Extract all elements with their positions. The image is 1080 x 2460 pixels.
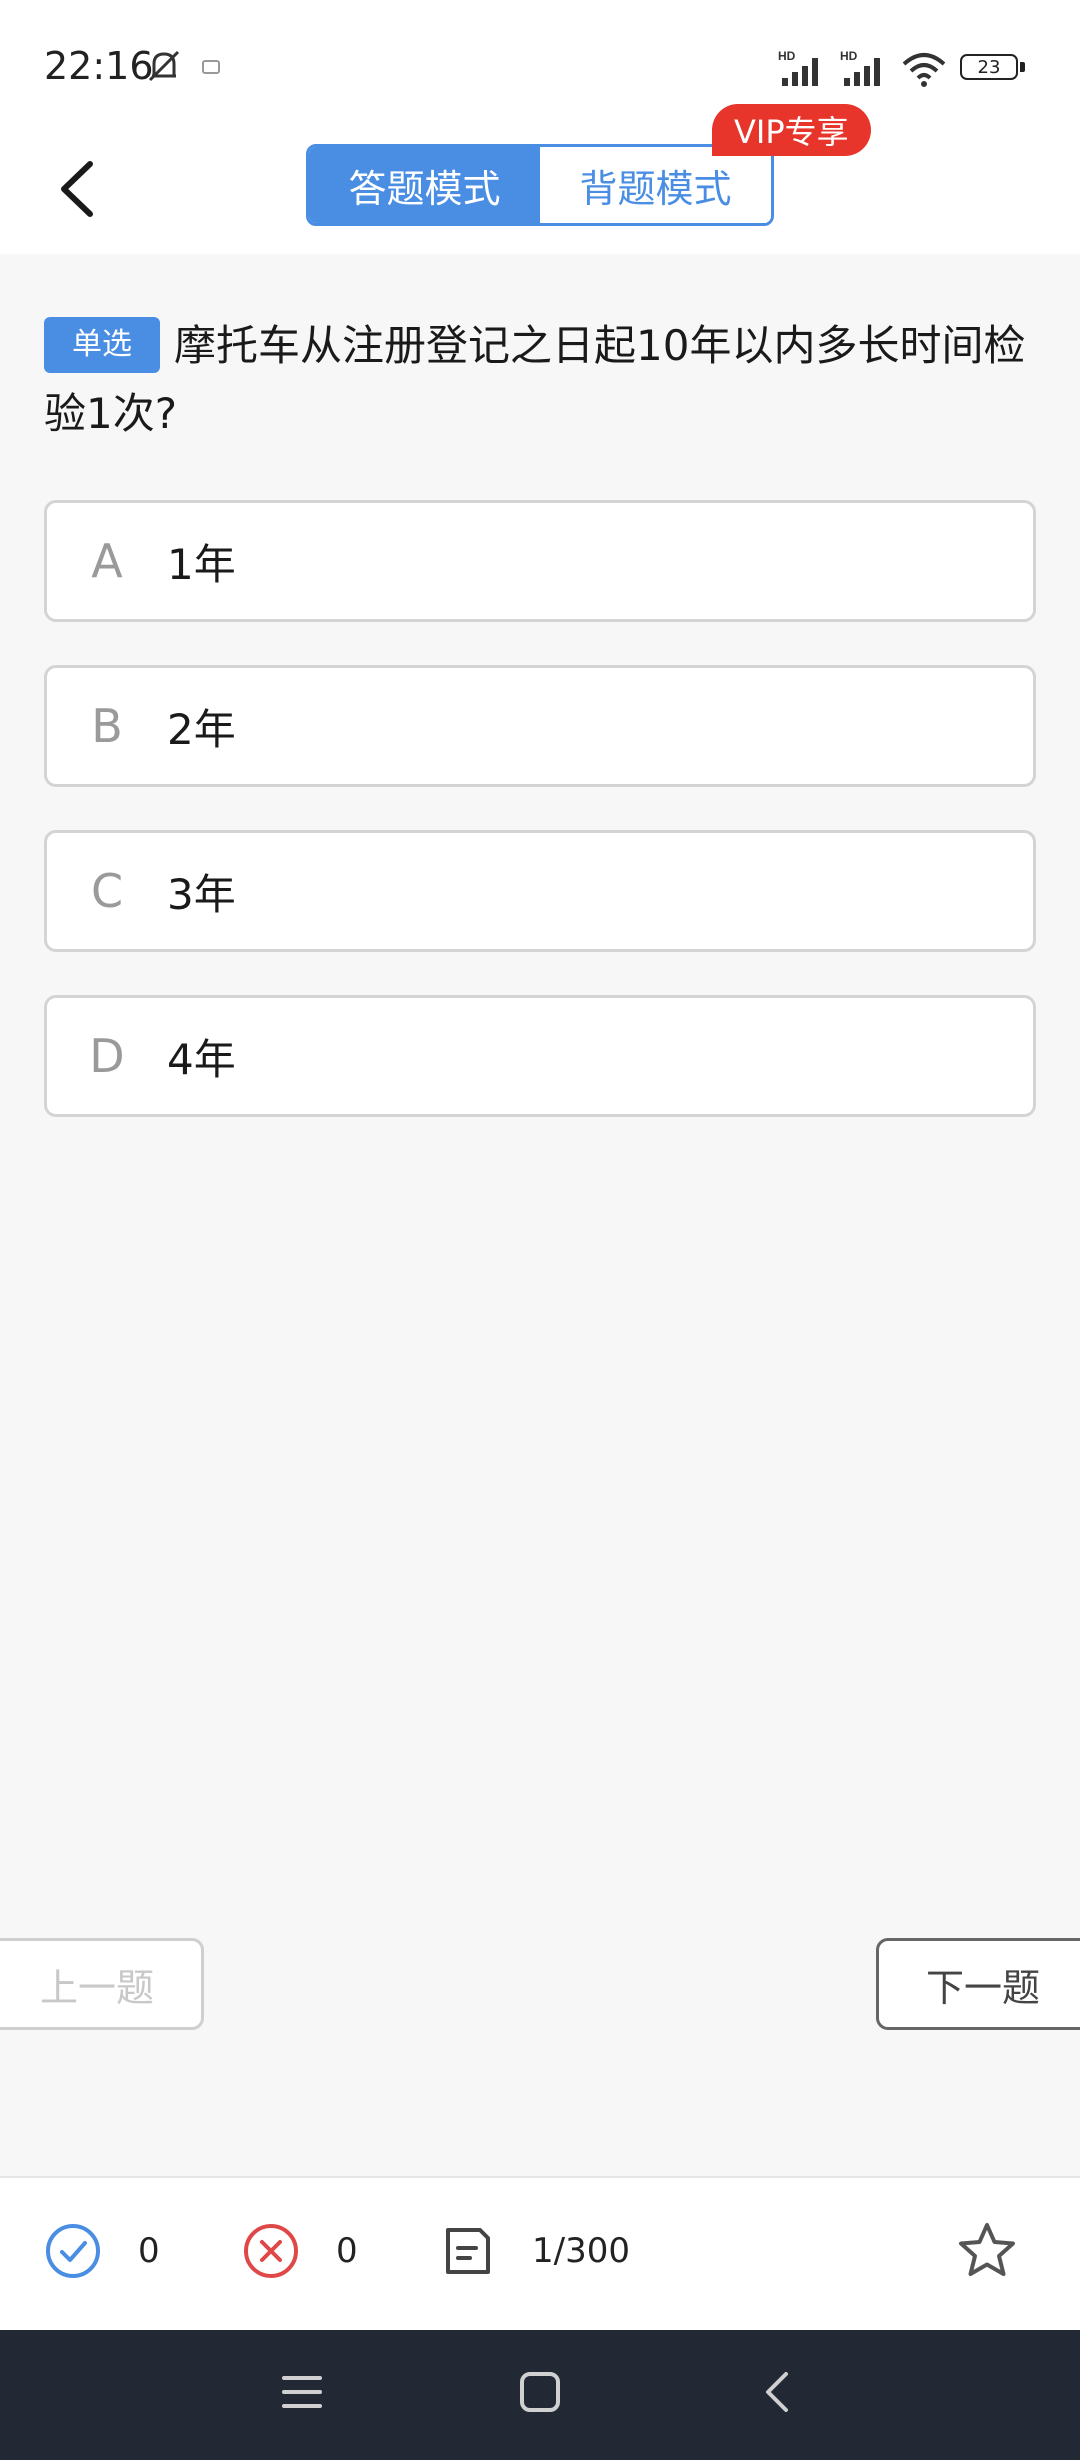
question-text: 摩托车从注册登记之日起10年以内多长时间检验1次? [44, 321, 1026, 438]
option-text: 1年 [167, 539, 236, 589]
correct-stat[interactable]: 0 [44, 2222, 160, 2280]
wrong-stat[interactable]: 0 [242, 2222, 358, 2280]
battery-level: 23 [960, 54, 1018, 80]
back-icon[interactable] [50, 144, 110, 234]
option-d[interactable]: D 4年 [44, 995, 1036, 1117]
correct-count: 0 [138, 2231, 160, 2271]
question-type-tag: 单选 [44, 316, 160, 373]
answer-sheet-stat[interactable]: 1/300 [438, 2222, 630, 2280]
tab-answer-mode[interactable]: 答题模式 [309, 147, 540, 223]
option-c[interactable]: C 3年 [44, 830, 1036, 952]
bell-off-icon [148, 50, 180, 82]
status-time: 22:16 [44, 44, 154, 88]
bottom-stats-bar: 0 0 1/300 [0, 2176, 1080, 2332]
notification-icon [202, 60, 220, 74]
progress-counter: 1/300 [532, 2231, 630, 2271]
next-question-button[interactable]: 下一题 [876, 1938, 1080, 2030]
option-text: 2年 [167, 704, 236, 754]
option-text: 3年 [167, 869, 236, 919]
svg-text:HD: HD [778, 49, 796, 63]
battery-indicator: 23 [960, 54, 1028, 84]
option-b[interactable]: B 2年 [44, 665, 1036, 787]
star-icon[interactable] [956, 2220, 1018, 2282]
signal-icon: HD [778, 49, 818, 86]
question-block: 单选 摩托车从注册登记之日起10年以内多长时间检验1次? [44, 312, 1034, 448]
menu-icon[interactable] [280, 2370, 324, 2414]
option-letter: D [89, 1029, 125, 1083]
option-a[interactable]: A 1年 [44, 500, 1036, 622]
header: 答题模式 背题模式 VIP专享 [0, 104, 1080, 254]
vip-badge: VIP专享 [712, 104, 871, 156]
option-text: 4年 [167, 1034, 236, 1084]
wrong-icon [244, 2224, 298, 2278]
prev-question-button[interactable]: 上一题 [0, 1938, 204, 2030]
answer-sheet-icon [446, 2228, 490, 2274]
system-nav-bar [0, 2330, 1080, 2460]
wrong-count: 0 [336, 2231, 358, 2271]
home-icon[interactable] [518, 2370, 562, 2414]
correct-icon [46, 2224, 100, 2278]
status-bar: 22:16 HD HD 23 [0, 0, 1080, 130]
option-letter: B [91, 699, 123, 753]
option-letter: A [91, 534, 123, 588]
mode-toggle: 答题模式 背题模式 [306, 144, 774, 226]
wifi-icon [902, 53, 946, 87]
svg-text:HD: HD [840, 49, 858, 63]
signal-icon-2: HD [840, 49, 880, 86]
option-letter: C [90, 864, 124, 918]
tab-recite-mode[interactable]: 背题模式 [540, 147, 771, 223]
nav-back-icon[interactable] [756, 2370, 800, 2414]
